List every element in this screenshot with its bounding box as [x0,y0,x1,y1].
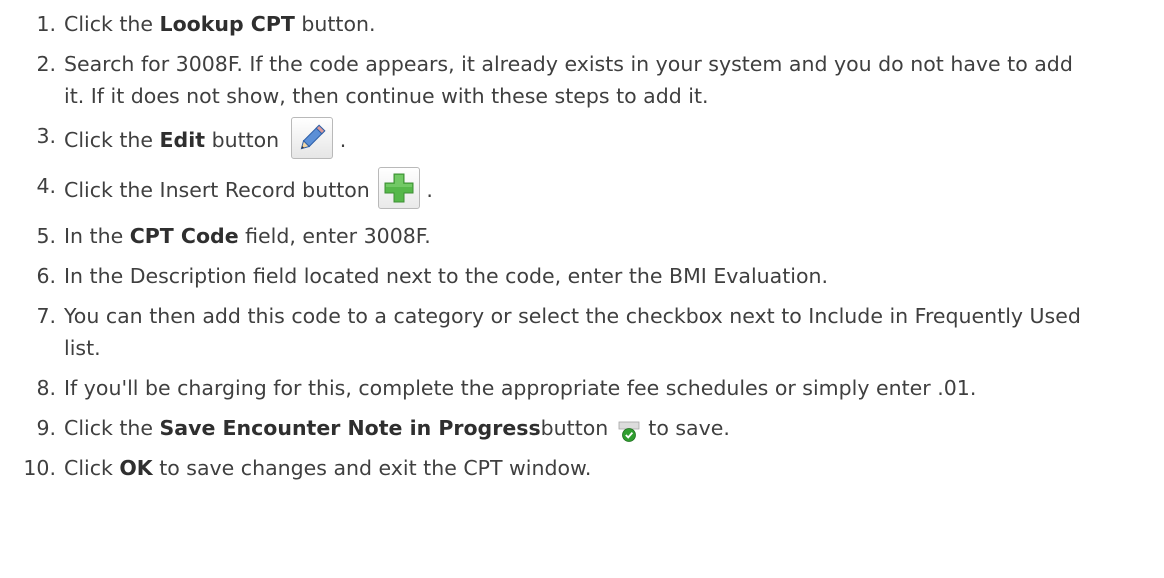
step-number: 9. [36,416,56,440]
step-text: Click OK to save changes and exit the CP… [64,456,592,480]
step-text: Click the Edit button . [64,117,1094,162]
step-text: Click the Save Encounter Note in Progres… [64,416,730,442]
step-text: If you'll be charging for this, complete… [64,376,977,400]
ui-term: Lookup CPT [159,12,295,36]
step-text: In the Description field located next to… [64,264,828,288]
step-number: 1. [36,12,56,36]
step-1: 1. Click the Lookup CPT button. [0,8,1164,40]
step-number: 3. [36,124,56,148]
green-plus-icon [377,167,420,209]
pencil-edit-icon [291,117,334,159]
step-number: 5. [36,224,56,248]
step-number: 6. [36,264,56,288]
step-number: 2. [36,52,56,76]
step-6: 6. In the Description field located next… [0,260,1164,292]
step-7: 7. You can then add this code to a categ… [0,300,1164,364]
ui-term: Save Encounter Note in Progress [159,416,541,440]
save-check-icon [618,420,640,442]
step-3: 3. Click the Edit button . [0,117,1164,162]
step-number: 7. [36,304,56,328]
ui-term: CPT Code [129,224,239,248]
step-text: Click the Lookup CPT button. [64,12,376,36]
step-9: 9. Click the Save Encounter Note in Prog… [0,412,1164,444]
step-text: Click the Insert Record button . [64,167,1094,212]
step-number: 8. [36,376,56,400]
step-text: You can then add this code to a category… [64,304,1081,360]
step-number: 4. [36,174,56,198]
step-text: In the CPT Code field, enter 3008F. [64,224,431,248]
step-4: 4. Click the Insert Record button . [0,167,1164,212]
ui-term: Edit [159,128,206,152]
step-text: Search for 3008F. If the code appears, i… [64,52,1073,108]
ui-term: OK [119,456,153,480]
step-10: 10. Click OK to save changes and exit th… [0,452,1164,484]
step-5: 5. In the CPT Code field, enter 3008F. [0,220,1164,252]
instruction-list: 1. Click the Lookup CPT button. 2. Searc… [0,8,1164,492]
step-number: 10. [23,456,56,480]
step-2: 2. Search for 3008F. If the code appears… [0,48,1164,112]
step-8: 8. If you'll be charging for this, compl… [0,372,1164,404]
